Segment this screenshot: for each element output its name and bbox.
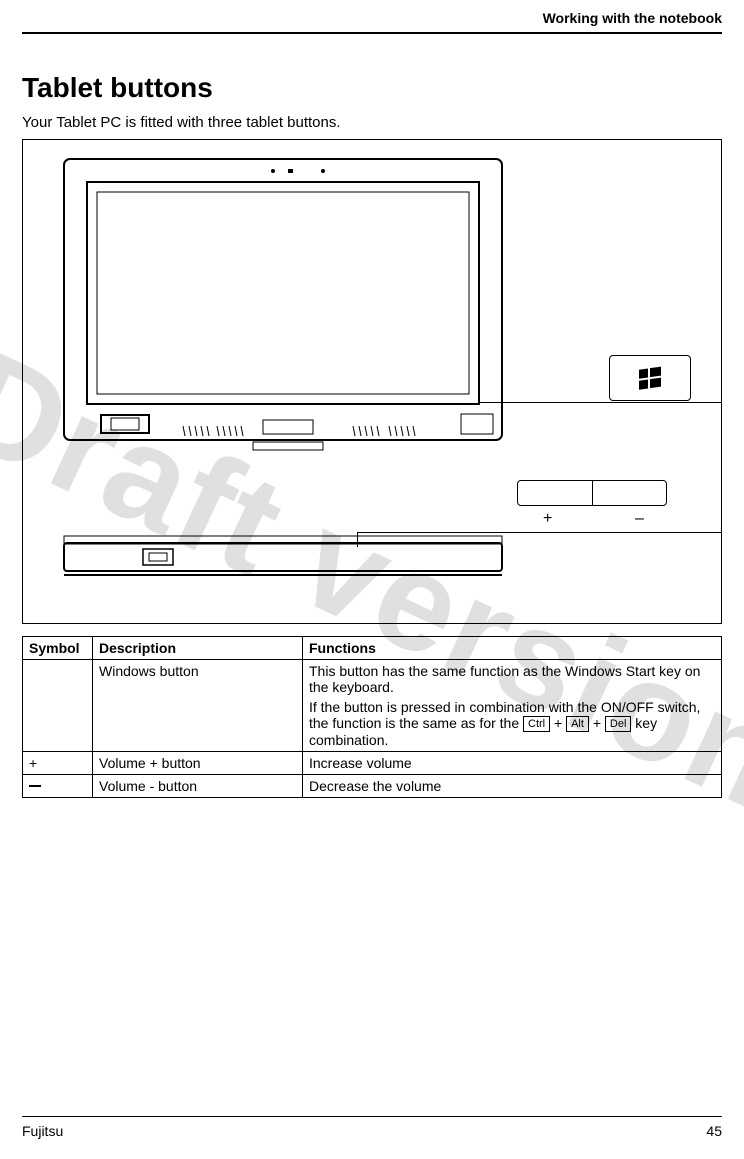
function-text: If the button is pressed in combination …: [309, 699, 715, 748]
cell-description: Windows button: [93, 660, 303, 752]
col-description: Description: [93, 637, 303, 660]
cell-description: Volume - button: [93, 775, 303, 798]
callout-volume-buttons: [517, 480, 667, 506]
tablet-side-illustration: [63, 535, 503, 585]
key-del: Del: [605, 716, 632, 732]
text: +: [589, 715, 605, 731]
text: +: [550, 715, 566, 731]
page-number: 45: [706, 1123, 722, 1139]
table-row: Volume - button Decrease the volume: [23, 775, 722, 798]
cell-functions: Decrease the volume: [303, 775, 722, 798]
tablet-top-illustration: [63, 158, 503, 468]
intro-text: Your Tablet PC is fitted with three tabl…: [22, 114, 722, 131]
leader-line: [357, 532, 721, 533]
footer-brand: Fujitsu: [22, 1123, 63, 1139]
figure-frame: + –: [22, 139, 722, 624]
col-functions: Functions: [303, 637, 722, 660]
cell-symbol: +: [23, 752, 93, 775]
header-rule: [22, 32, 722, 34]
cell-functions: Increase volume: [303, 752, 722, 775]
cell-description: Volume + button: [93, 752, 303, 775]
minus-icon: [29, 785, 41, 787]
volume-minus-label: –: [635, 510, 644, 528]
button-table: Symbol Description Functions Windows but…: [22, 636, 722, 798]
col-symbol: Symbol: [23, 637, 93, 660]
footer-rule: [22, 1116, 722, 1117]
windows-icon: [637, 365, 663, 391]
running-header: Working with the notebook: [22, 10, 722, 32]
key-alt: Alt: [566, 716, 589, 732]
function-text: This button has the same function as the…: [309, 663, 715, 695]
table-header-row: Symbol Description Functions: [23, 637, 722, 660]
cell-symbol: [23, 660, 93, 752]
leader-line: [357, 532, 358, 547]
table-row: Windows button This button has the same …: [23, 660, 722, 752]
table-row: + Volume + button Increase volume: [23, 752, 722, 775]
cell-symbol: [23, 775, 93, 798]
key-ctrl: Ctrl: [523, 716, 550, 732]
volume-plus-label: +: [543, 510, 552, 528]
callout-windows-button: [609, 355, 691, 401]
leader-line: [479, 402, 721, 403]
page-title: Tablet buttons: [22, 72, 722, 104]
cell-functions: This button has the same function as the…: [303, 660, 722, 752]
footer: Fujitsu 45: [22, 1116, 722, 1139]
